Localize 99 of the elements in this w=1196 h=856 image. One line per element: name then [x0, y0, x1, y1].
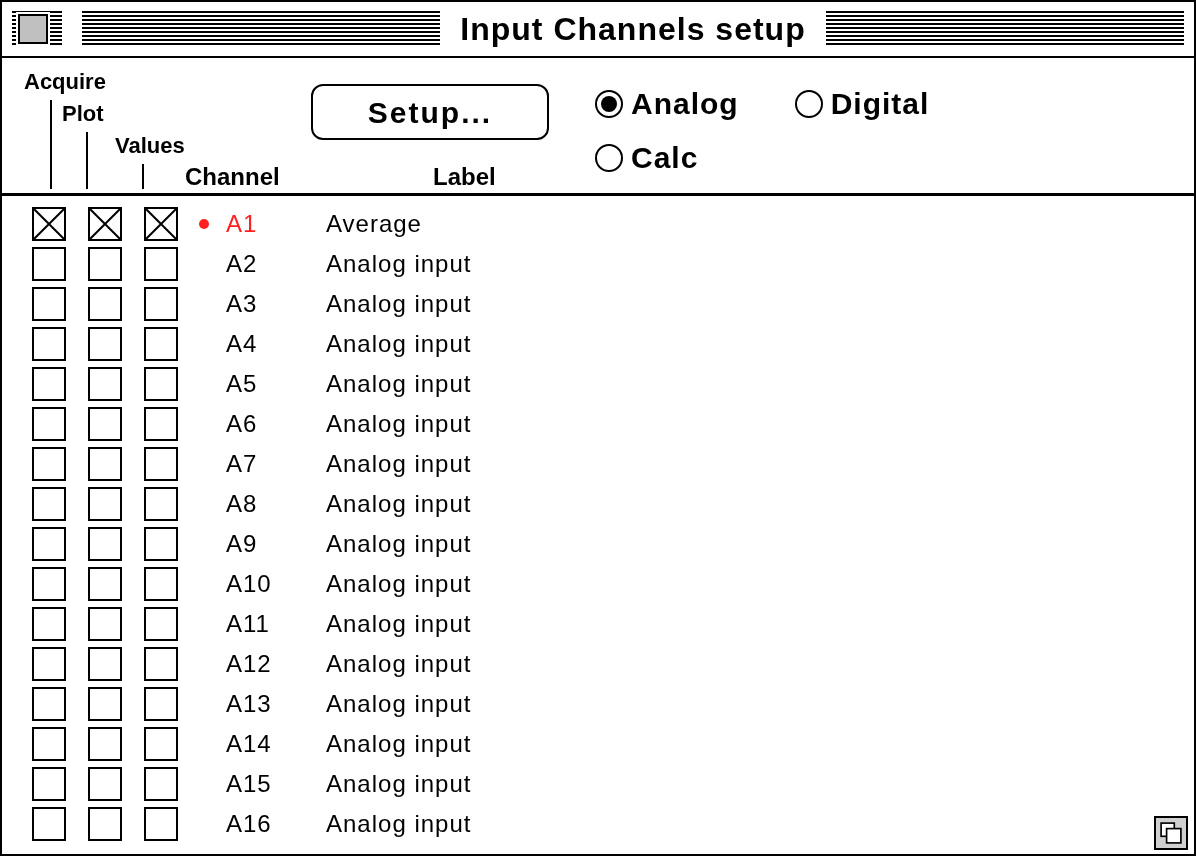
- checkbox[interactable]: [32, 567, 66, 601]
- checkbox[interactable]: [144, 567, 178, 601]
- checkbox[interactable]: [32, 607, 66, 641]
- checkbox[interactable]: [32, 527, 66, 561]
- channel-label[interactable]: Analog input: [326, 486, 472, 522]
- checkbox[interactable]: [88, 487, 122, 521]
- checkbox[interactable]: [32, 207, 66, 241]
- column-heading: Plot: [62, 100, 104, 128]
- checkbox[interactable]: [144, 407, 178, 441]
- channel-name[interactable]: A7: [226, 446, 304, 482]
- checkbox[interactable]: [88, 367, 122, 401]
- channel-label[interactable]: Analog input: [326, 646, 472, 682]
- close-box[interactable]: [18, 14, 48, 44]
- resize-icon: [1160, 822, 1182, 844]
- checkbox[interactable]: [88, 287, 122, 321]
- column-heading: Channel: [185, 163, 281, 191]
- checkbox[interactable]: [144, 767, 178, 801]
- channel-label[interactable]: Analog input: [326, 286, 472, 322]
- radio-button[interactable]: [595, 90, 623, 118]
- checkbox[interactable]: [88, 687, 122, 721]
- checkbox[interactable]: [144, 647, 178, 681]
- checkbox[interactable]: [88, 407, 122, 441]
- cross-icon: [90, 209, 120, 239]
- channel-name[interactable]: A8: [226, 486, 304, 522]
- channel-name[interactable]: A5: [226, 366, 304, 402]
- checkbox[interactable]: [144, 367, 178, 401]
- checkbox[interactable]: [32, 407, 66, 441]
- checkbox[interactable]: [32, 247, 66, 281]
- channel-name[interactable]: A10: [226, 566, 304, 602]
- window-title: Input Channels setup: [460, 10, 806, 49]
- channel-label[interactable]: Analog input: [326, 326, 472, 362]
- radio-label[interactable]: Analog: [631, 86, 739, 122]
- channel-name[interactable]: A14: [226, 726, 304, 762]
- channel-label[interactable]: Analog input: [326, 806, 472, 842]
- checkbox[interactable]: [32, 727, 66, 761]
- channel-name[interactable]: A11: [226, 606, 304, 642]
- channel-name[interactable]: A16: [226, 806, 304, 842]
- channel-name[interactable]: A13: [226, 686, 304, 722]
- checkbox[interactable]: [144, 527, 178, 561]
- checkbox[interactable]: [144, 687, 178, 721]
- channel-name[interactable]: A6: [226, 406, 304, 442]
- radio-button[interactable]: [794, 90, 823, 118]
- channel-label[interactable]: Analog input: [326, 366, 472, 402]
- checkbox[interactable]: [88, 807, 122, 841]
- channel-label[interactable]: Average: [326, 206, 422, 242]
- channel-name[interactable]: A1: [226, 206, 304, 242]
- checkbox[interactable]: [88, 447, 122, 481]
- channel-label[interactable]: Analog input: [326, 246, 472, 282]
- channel-label[interactable]: Analog input: [326, 686, 472, 722]
- checkbox[interactable]: [144, 207, 178, 241]
- checkbox[interactable]: [144, 327, 178, 361]
- checkbox[interactable]: [144, 247, 178, 281]
- checkbox[interactable]: [144, 727, 178, 761]
- checkbox[interactable]: [144, 287, 178, 321]
- cross-icon: [34, 209, 64, 239]
- checkbox[interactable]: [32, 367, 66, 401]
- channel-name[interactable]: A2: [226, 246, 304, 282]
- checkbox[interactable]: [144, 447, 178, 481]
- checkbox[interactable]: [88, 327, 122, 361]
- setup-button[interactable]: Setup...: [311, 84, 549, 140]
- radio-button[interactable]: [595, 144, 623, 172]
- checkbox[interactable]: [88, 247, 122, 281]
- checkbox[interactable]: [88, 607, 122, 641]
- checkbox[interactable]: [32, 487, 66, 521]
- channel-name[interactable]: A12: [226, 646, 304, 682]
- resize-box[interactable]: [1154, 816, 1188, 850]
- cross-icon: [146, 209, 176, 239]
- channel-label[interactable]: Analog input: [326, 566, 472, 602]
- checkbox[interactable]: [144, 487, 178, 521]
- channel-label[interactable]: Analog input: [326, 406, 472, 442]
- column-heading: Acquire: [24, 68, 106, 96]
- channel-label[interactable]: Analog input: [326, 526, 472, 562]
- column-heading: Label: [433, 163, 497, 191]
- channel-name[interactable]: A15: [226, 766, 304, 802]
- checkbox[interactable]: [88, 767, 122, 801]
- checkbox[interactable]: [32, 327, 66, 361]
- checkbox[interactable]: [32, 807, 66, 841]
- channel-label[interactable]: Analog input: [326, 446, 472, 482]
- channel-name[interactable]: A4: [226, 326, 304, 362]
- radio-label[interactable]: Calc: [631, 140, 699, 176]
- channel-name[interactable]: A9: [226, 526, 304, 562]
- checkbox[interactable]: [144, 607, 178, 641]
- channel-label[interactable]: Analog input: [326, 726, 472, 762]
- checkbox[interactable]: [32, 767, 66, 801]
- channel-name[interactable]: A3: [226, 286, 304, 322]
- column-heading: Values: [115, 132, 185, 160]
- checkbox[interactable]: [144, 807, 178, 841]
- checkbox[interactable]: [88, 647, 122, 681]
- checkbox[interactable]: [32, 287, 66, 321]
- radio-label[interactable]: Digital: [830, 86, 930, 122]
- channel-label[interactable]: Analog input: [326, 766, 472, 802]
- checkbox[interactable]: [88, 727, 122, 761]
- channel-label[interactable]: Analog input: [326, 606, 472, 642]
- checkbox[interactable]: [88, 527, 122, 561]
- checkbox[interactable]: [88, 207, 122, 241]
- checkbox[interactable]: [32, 687, 66, 721]
- checkbox[interactable]: [88, 567, 122, 601]
- checkbox[interactable]: [32, 647, 66, 681]
- checkbox[interactable]: [32, 447, 66, 481]
